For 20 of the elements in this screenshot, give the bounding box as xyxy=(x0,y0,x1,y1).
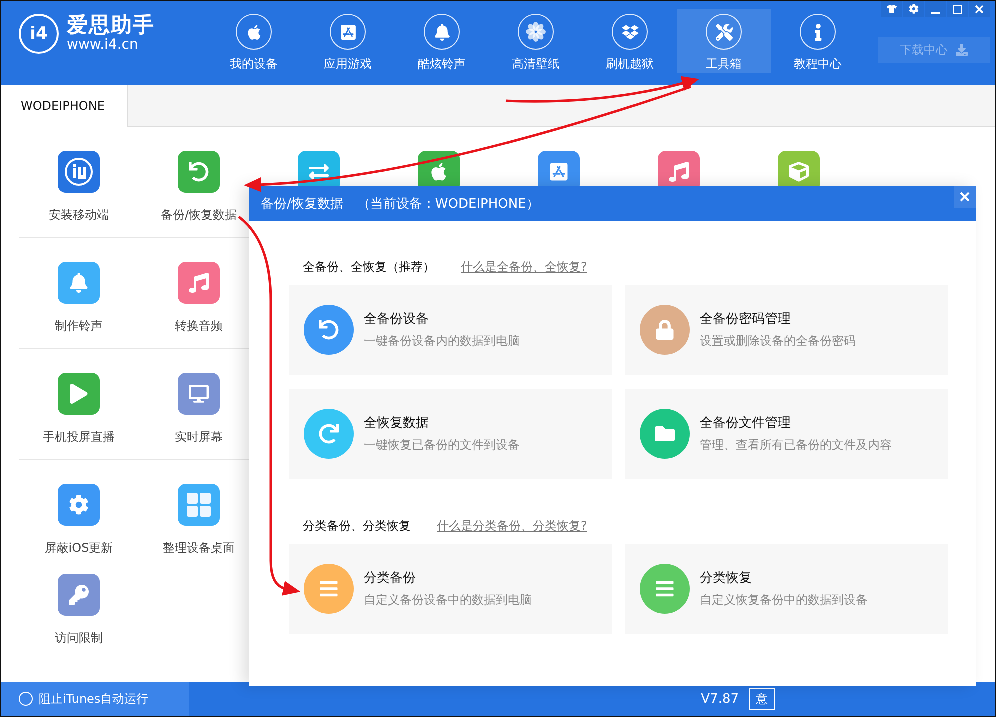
card-title: 全备份设备 xyxy=(364,311,430,328)
card-title: 分类备份 xyxy=(364,570,417,587)
card-title: 全备份文件管理 xyxy=(700,415,792,432)
app-name: 爱思助手 xyxy=(67,13,155,37)
version-label: V7.87 xyxy=(701,692,739,706)
card-description: 一键备份设备内的数据到电脑 xyxy=(364,333,520,350)
dialog-title: 备份/恢复数据 xyxy=(261,196,344,212)
section-title: 分类备份、分类恢复 xyxy=(303,518,411,534)
card-description: 自定义备份设备中的数据到电脑 xyxy=(364,592,532,609)
app-url: www.i4.cn xyxy=(67,37,140,54)
card-title: 全备份密码管理 xyxy=(700,311,792,328)
card-description: 一键恢复已备份的文件到设备 xyxy=(364,437,520,454)
card-description: 管理、查看所有已备份的文件及内容 xyxy=(700,437,892,454)
card-title: 分类恢复 xyxy=(700,570,753,587)
card-description: 自定义恢复备份中的数据到设备 xyxy=(700,592,868,609)
section-title: 全备份、全恢复（推荐） xyxy=(303,258,435,276)
card-title: 全恢复数据 xyxy=(364,415,430,432)
card-description: 设置或删除设备的全备份密码 xyxy=(700,333,856,350)
current-device-label: （当前设备：WODEIPHONE） xyxy=(357,196,540,212)
i4-logo-icon: i4 xyxy=(19,14,59,54)
